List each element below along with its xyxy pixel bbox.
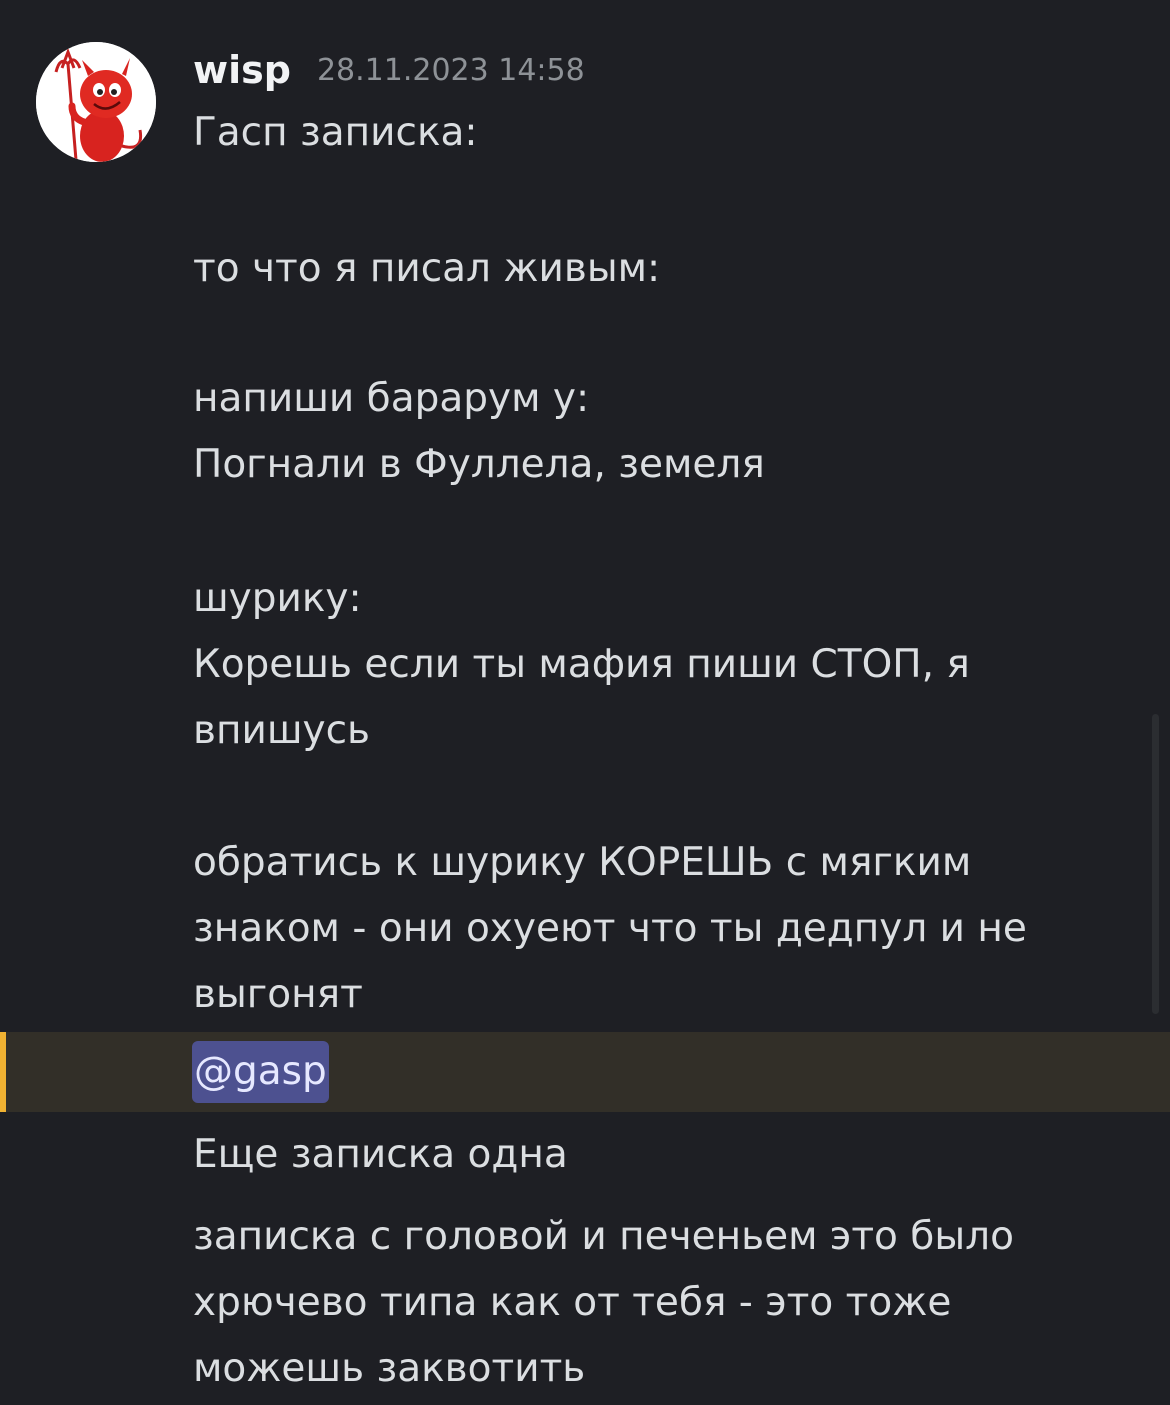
message-line: Корешь если ты мафия пиши СТОП, я [193, 642, 970, 687]
message-line: напиши барарум у: [193, 376, 590, 421]
message-line: Еще записка одна [193, 1132, 568, 1177]
user-avatar[interactable] [36, 42, 156, 162]
mention-highlight-row: @gasp [0, 1032, 1170, 1112]
timestamp: 28.11.2023 14:58 [316, 52, 585, 88]
message-line: знаком - они охуеют что ты дедпул и не [193, 906, 1027, 951]
username[interactable]: wisp [193, 48, 291, 92]
message-line: хрючево типа как от тебя - это тоже [193, 1280, 952, 1325]
message-line: можешь заквотить [193, 1346, 586, 1391]
red-devil-mascot-icon [36, 42, 156, 162]
mention-indicator-bar [0, 1032, 6, 1112]
message-line: записка с головой и печеньем это было [193, 1214, 1014, 1259]
message-line: Гасп записка: [193, 110, 478, 155]
user-mention[interactable]: @gasp [192, 1041, 329, 1103]
message-line: то что я писал живым: [193, 246, 661, 291]
message-line: выгонят [193, 972, 363, 1017]
message-line: Погнали в Фуллела, земеля [193, 442, 765, 487]
message-line: впишусь [193, 708, 371, 753]
message-line: шурику: [193, 576, 362, 621]
scrollbar[interactable] [1152, 714, 1159, 1014]
message-header: wisp 28.11.2023 14:58 [193, 42, 585, 98]
message-line: обратись к шурику КОРЕШЬ с мягким [193, 840, 972, 885]
